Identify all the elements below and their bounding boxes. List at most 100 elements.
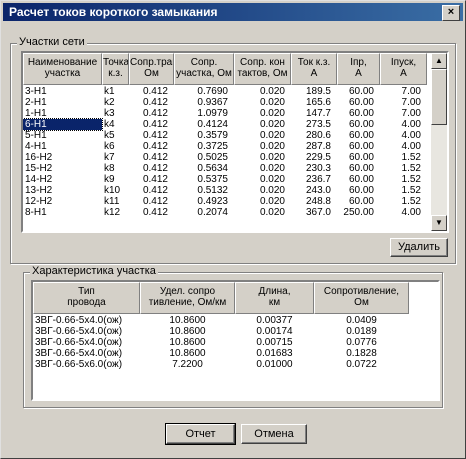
column-header-line: к.з. xyxy=(108,68,123,79)
table-row[interactable]: 3ВГ-0.66-5х4.0(ож) 10.8600 0.00377 0.0409 xyxy=(33,315,409,326)
table-cell: 0.020 xyxy=(259,174,285,185)
table-cell: k7 xyxy=(104,152,115,163)
table-row[interactable]: 6-H1 k4 0.412 0.4124 0.020 273.5 60.00 4.00 xyxy=(23,118,427,131)
table-cell: 3ВГ-0.66-5х6.0(ож) xyxy=(35,359,123,370)
table-cell: 0.1828 xyxy=(346,348,377,359)
column-header-line: A xyxy=(310,68,318,79)
column-header[interactable]: Удел. сопро тивление, Ом/км xyxy=(140,282,235,314)
table-row[interactable]: 3ВГ-0.66-5х4.0(ож) 10.8600 0.00174 0.0189 xyxy=(33,326,409,337)
table-cell: 0.0409 xyxy=(346,315,377,326)
column-header[interactable]: Сопр. кон тактов, Ом xyxy=(234,53,291,85)
table-cell: 0.01000 xyxy=(256,359,293,370)
table-cell: 3ВГ-0.66-5х4.0(ож) xyxy=(35,315,123,326)
table-cell: 4.00 xyxy=(401,141,421,152)
column-header[interactable]: Сопротивление, Ом xyxy=(314,282,409,314)
table-cell: 0.412 xyxy=(142,207,168,218)
table-cell: 12-H2 xyxy=(25,196,53,207)
table-row[interactable]: 13-H2 k10 0.412 0.5132 0.020 243.0 60.00 1.52 xyxy=(23,185,427,196)
column-header-line: провода xyxy=(67,297,106,308)
table-cell: k6 xyxy=(104,141,115,152)
table-cell: 4.00 xyxy=(401,119,421,130)
report-button[interactable]: Отчет xyxy=(165,423,236,445)
table-row[interactable]: 4-H1 k6 0.412 0.3725 0.020 287.8 60.00 4.00 xyxy=(23,141,427,152)
table-cell: 3ВГ-0.66-5х4.0(ож) xyxy=(35,326,123,337)
table-cell: 0.412 xyxy=(142,174,168,185)
table-cell: 147.7 xyxy=(305,108,331,119)
table-cell: 0.0189 xyxy=(346,326,377,337)
table-cell: 0.020 xyxy=(259,141,285,152)
table-cell: 0.412 xyxy=(142,185,168,196)
column-header[interactable]: Тип провода xyxy=(33,282,140,314)
column-header[interactable]: Точка к.з. xyxy=(102,53,129,85)
table-cell: 280.6 xyxy=(305,130,331,141)
section-characteristics-table[interactable]: Тип провода Удел. сопро тивление, Ом/км Длин… xyxy=(31,280,440,401)
delete-button[interactable]: Удалить xyxy=(390,238,448,257)
table-cell: 0.5375 xyxy=(197,174,228,185)
table-row[interactable]: 1-H1 k3 0.412 1.0979 0.020 147.7 60.00 7.00 xyxy=(23,108,427,119)
table-cell: 13-H2 xyxy=(25,185,53,196)
network-sections-label: Участки сети xyxy=(17,36,87,48)
column-header-line: тактов, Ом xyxy=(237,68,288,79)
table-row[interactable]: 12-H2 k11 0.412 0.4923 0.020 248.8 60.00 1.52 xyxy=(23,196,427,207)
table-row[interactable]: 3-H1 k1 0.412 0.7690 0.020 189.5 60.00 7.00 xyxy=(23,86,427,97)
column-header-line: Iпр, xyxy=(350,57,367,68)
table-cell: 0.412 xyxy=(142,86,168,97)
column-header-line: Точка xyxy=(103,57,129,68)
scroll-thumb[interactable] xyxy=(431,69,447,125)
table-row[interactable]: 15-H2 k8 0.412 0.5634 0.020 230.3 60.00 1.52 xyxy=(23,163,427,174)
table-row[interactable]: 16-H2 k7 0.412 0.5025 0.020 229.5 60.00 1.52 xyxy=(23,152,427,163)
table-cell: 229.5 xyxy=(305,152,331,163)
table-cell: 0.412 xyxy=(142,119,168,130)
column-header[interactable]: Iпуск, A xyxy=(380,53,427,85)
table-row[interactable]: 8-H1 k12 0.412 0.2074 0.020 367.0 250.00 4.00 xyxy=(23,207,427,218)
table-cell: 8-H1 xyxy=(25,207,47,218)
table-cell: 0.020 xyxy=(259,152,285,163)
table-cell: 1.52 xyxy=(401,163,421,174)
table-cell: k3 xyxy=(104,108,115,119)
column-header[interactable]: Наименование участка xyxy=(23,53,102,85)
network-sections-table[interactable]: Наименование участка Точка к.з. Сопр.тран Ом С… xyxy=(21,51,449,233)
table-cell: 10.8600 xyxy=(169,348,206,359)
table-row[interactable]: 14-H2 k9 0.412 0.5375 0.020 236.7 60.00 1.52 xyxy=(23,174,427,185)
column-header-line: Тип xyxy=(78,286,95,297)
network-sections-scrollbar[interactable]: ▲ ▼ xyxy=(431,53,447,231)
table-cell: 189.5 xyxy=(305,86,331,97)
scroll-down-icon[interactable]: ▼ xyxy=(431,215,447,231)
table-cell: 4-H1 xyxy=(25,141,47,152)
column-header[interactable]: Ток к.з. A xyxy=(291,53,337,85)
table-cell: 60.00 xyxy=(348,86,374,97)
table-cell: 4.00 xyxy=(401,130,421,141)
table-cell: 0.3725 xyxy=(197,141,228,152)
column-header-line: Ом xyxy=(354,297,369,308)
column-header-line: участка, Ом xyxy=(176,68,232,79)
table-cell: 60.00 xyxy=(348,97,374,108)
table-row[interactable]: 3ВГ-0.66-5х4.0(ож) 10.8600 0.00715 0.0776 xyxy=(33,337,409,348)
scroll-up-icon[interactable]: ▲ xyxy=(431,53,447,69)
table-row[interactable]: 3ВГ-0.66-5х6.0(ож) 7.2200 0.01000 0.0722 xyxy=(33,359,409,370)
table-cell: 250.00 xyxy=(343,207,374,218)
column-header[interactable]: Сопр. участка, Ом xyxy=(174,53,234,85)
column-header[interactable]: Длина, км xyxy=(235,282,314,314)
table-cell: 60.00 xyxy=(348,130,374,141)
table-cell: 236.7 xyxy=(305,174,331,185)
table-cell: 60.00 xyxy=(348,174,374,185)
table-cell: 0.412 xyxy=(142,141,168,152)
table-cell: 3ВГ-0.66-5х4.0(ож) xyxy=(35,337,123,348)
table-cell: 0.412 xyxy=(142,130,168,141)
table-cell: 0.020 xyxy=(259,185,285,196)
column-header-line: тивление, Ом/км xyxy=(148,297,227,308)
table-cell: 6-H1 xyxy=(23,118,103,131)
table-cell: k8 xyxy=(104,163,115,174)
table-row[interactable]: 5-H1 k5 0.412 0.3579 0.020 280.6 60.00 4.00 xyxy=(23,130,427,141)
column-header[interactable]: Iпр, A xyxy=(337,53,380,85)
cancel-button[interactable]: Отмена xyxy=(241,424,307,444)
section-characteristics-header: Тип провода Удел. сопро тивление, Ом/км Длин… xyxy=(33,282,409,314)
table-row[interactable]: 3ВГ-0.66-5х4.0(ож) 10.8600 0.01683 0.1828 xyxy=(33,348,409,359)
column-header[interactable]: Сопр.тран Ом xyxy=(129,53,174,85)
table-cell: 7.2200 xyxy=(172,359,203,370)
table-row[interactable]: 2-H1 k2 0.412 0.9367 0.020 165.6 60.00 7.00 xyxy=(23,97,427,108)
close-button[interactable]: × xyxy=(442,5,460,21)
table-cell: 0.020 xyxy=(259,86,285,97)
table-cell: 7.00 xyxy=(401,97,421,108)
table-cell: 243.0 xyxy=(305,185,331,196)
